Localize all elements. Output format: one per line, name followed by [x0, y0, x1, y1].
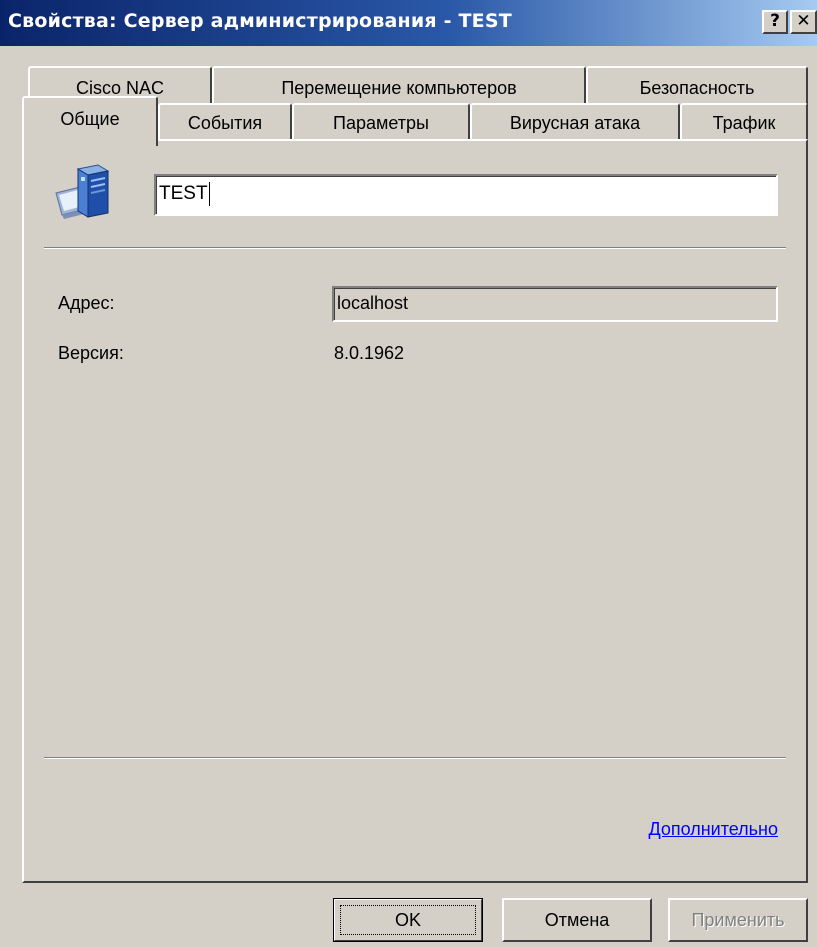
- server-icon: [55, 164, 110, 219]
- version-value: 8.0.1962: [334, 343, 405, 363]
- address-label: Адрес:: [58, 293, 115, 313]
- separator: [44, 247, 786, 249]
- tab-panel-general: TEST Адрес: localhost Версия: 8.0.1962 Д…: [22, 139, 808, 883]
- address-field[interactable]: localhost: [332, 286, 778, 322]
- apply-button-label: Применить: [691, 910, 785, 930]
- ok-button[interactable]: OK: [333, 898, 483, 942]
- address-value: localhost: [337, 293, 409, 313]
- tab-traffic[interactable]: Трафик: [680, 103, 808, 141]
- version-label: Версия:: [58, 343, 124, 363]
- cancel-button-label: Отмена: [544, 910, 610, 930]
- tab-computer-moving[interactable]: Перемещение компьютеров: [212, 66, 586, 108]
- window-title: Свойства: Сервер администрирования - TES…: [8, 10, 512, 32]
- focus-rectangle: [340, 905, 476, 935]
- text-caret: [208, 181, 210, 206]
- close-icon: ✕: [796, 11, 811, 31]
- tab-label: Общие: [60, 109, 120, 129]
- tab-label: Cisco NAC: [75, 78, 164, 98]
- tab-label: Безопасность: [639, 78, 755, 98]
- tab-label: Параметры: [333, 113, 429, 133]
- close-button[interactable]: ✕: [790, 10, 817, 34]
- advanced-link[interactable]: Дополнительно: [648, 819, 778, 840]
- title-bar[interactable]: Свойства: Сервер администрирования - TES…: [0, 0, 817, 46]
- tab-label: Трафик: [712, 113, 776, 133]
- server-name-value: TEST: [159, 183, 208, 204]
- properties-dialog: Свойства: Сервер администрирования - TES…: [0, 0, 817, 947]
- tab-parameters[interactable]: Параметры: [292, 103, 470, 141]
- tab-events[interactable]: События: [158, 103, 292, 141]
- tab-security[interactable]: Безопасность: [586, 66, 808, 108]
- tab-label: Вирусная атака: [509, 113, 641, 133]
- apply-button[interactable]: Применить: [668, 898, 808, 942]
- tab-virus-attack[interactable]: Вирусная атака: [470, 103, 680, 141]
- help-button[interactable]: ?: [762, 10, 788, 34]
- tab-label: События: [187, 113, 263, 133]
- separator: [44, 757, 786, 759]
- tab-general[interactable]: Общие: [22, 96, 158, 146]
- tab-label: Перемещение компьютеров: [281, 78, 517, 98]
- cancel-button[interactable]: Отмена: [502, 898, 652, 942]
- server-name-input[interactable]: TEST: [154, 174, 778, 216]
